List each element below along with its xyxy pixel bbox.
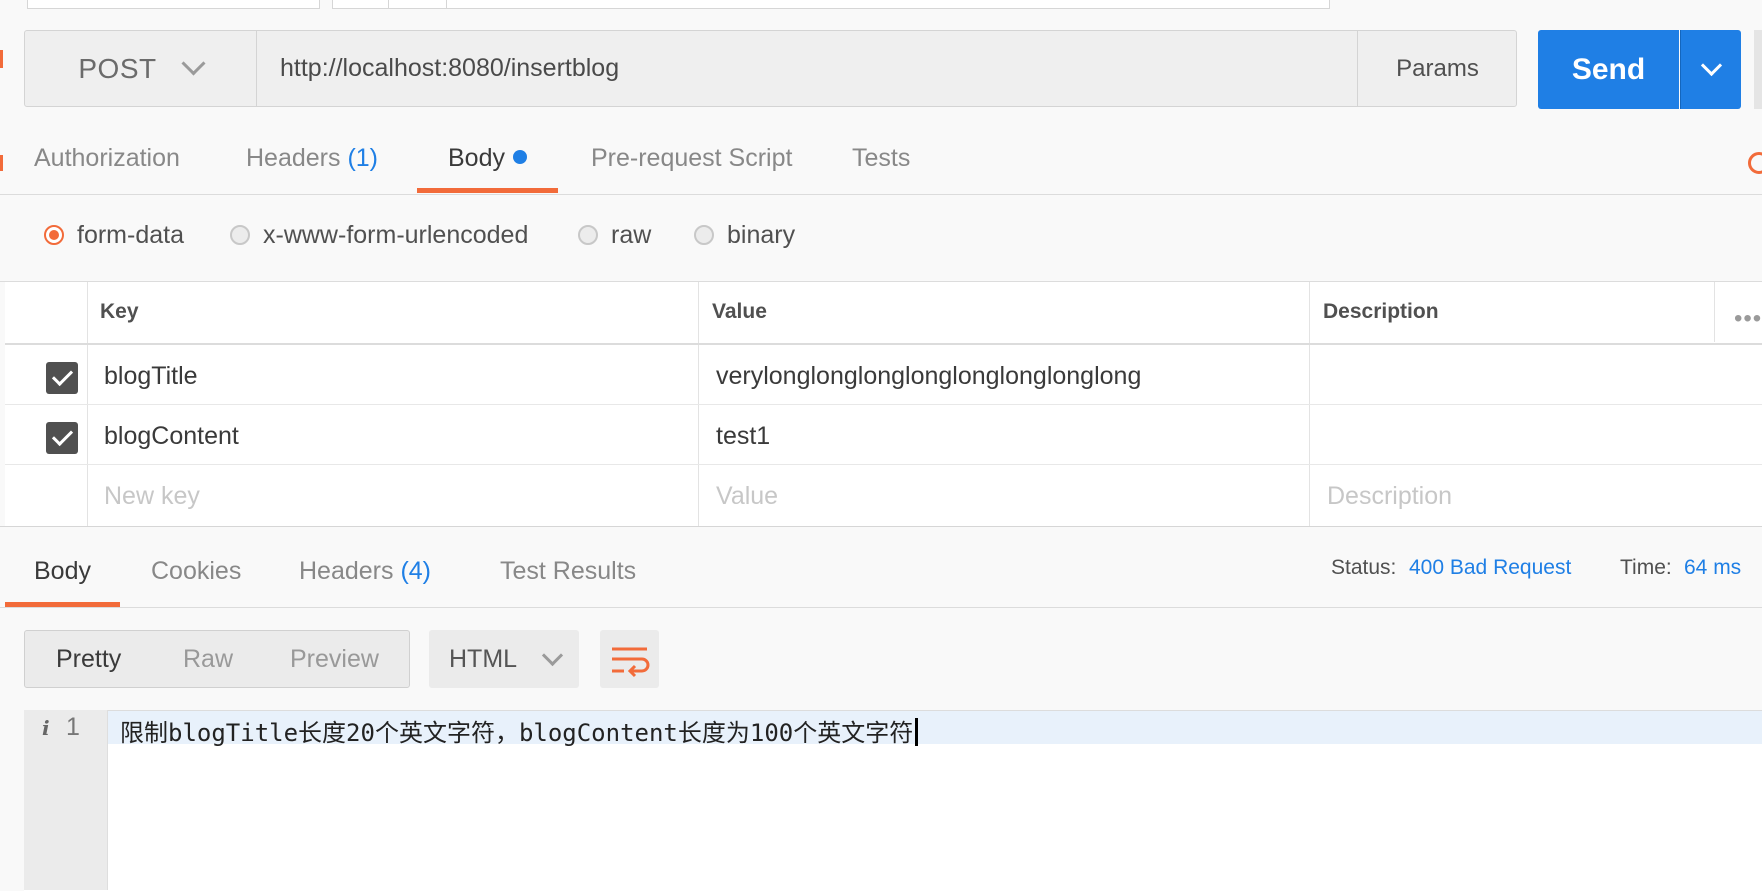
response-text: 限制blogTitle长度20个英文字符，blogContent长度为100个英… (120, 719, 914, 747)
status-value[interactable]: 400 Bad Request (1409, 556, 1571, 580)
tab-body[interactable]: Body (448, 140, 527, 180)
row-enabled-checkbox[interactable] (46, 362, 78, 394)
tab-label: Headers (299, 557, 394, 585)
left-accent-mark (0, 50, 3, 68)
wrap-lines-icon (612, 647, 650, 678)
tab-count: (1) (347, 144, 379, 172)
chevron-down-icon (1700, 54, 1722, 77)
row-enabled-checkbox[interactable] (46, 422, 78, 454)
line-number: 1 (66, 713, 80, 741)
request-tab-edge[interactable] (27, 0, 320, 9)
time-label: Time: (1620, 556, 1672, 579)
value-cell[interactable]: verylonglonglonglonglonglonglonglong (716, 362, 1141, 391)
view-mode-preview[interactable]: Preview (290, 630, 379, 688)
radio-unchecked-icon (578, 225, 598, 245)
view-mode-raw[interactable]: Raw (183, 630, 233, 688)
tab-authorization[interactable]: Authorization (34, 140, 180, 180)
radio-binary[interactable]: binary (694, 218, 795, 252)
column-header-value: Value (712, 300, 767, 323)
radio-form-data[interactable]: form-data (44, 218, 184, 252)
divider (0, 526, 1762, 527)
method-select[interactable]: POST (24, 30, 257, 107)
radio-x-www-form-urlencoded[interactable]: x-www-form-urlencoded (230, 218, 528, 252)
format-label: HTML (449, 644, 518, 673)
tab-label: Test Results (500, 557, 637, 585)
request-tab-edge[interactable] (388, 0, 447, 9)
new-key-input[interactable]: New key (104, 482, 200, 511)
url-input[interactable]: http://localhost:8080/insertblog (280, 48, 1330, 88)
code-link-icon[interactable] (1748, 152, 1762, 174)
time-value[interactable]: 64 ms (1684, 556, 1741, 580)
radio-label: x-www-form-urlencoded (263, 220, 529, 249)
radio-unchecked-icon (230, 225, 250, 245)
tab-count: (4) (400, 557, 432, 585)
table-header-divider (5, 343, 1762, 345)
column-divider (1714, 282, 1715, 342)
new-description-input[interactable]: Description (1327, 482, 1452, 511)
request-tab-edge[interactable] (332, 0, 389, 9)
request-tab-edge[interactable] (446, 0, 1330, 9)
tab-label: Body (448, 144, 505, 172)
save-button-edge[interactable] (1754, 30, 1762, 109)
tab-tests[interactable]: Tests (852, 140, 910, 180)
text-caret (915, 718, 919, 746)
method-label: POST (78, 52, 157, 84)
tab-label: Tests (852, 144, 911, 172)
column-header-description: Description (1323, 300, 1439, 323)
send-button[interactable]: Send (1538, 30, 1679, 109)
row-divider (5, 464, 1762, 465)
key-cell[interactable]: blogTitle (104, 362, 198, 391)
divider (0, 607, 1762, 608)
response-body-line[interactable]: 限制blogTitle长度20个英文字符，blogContent长度为100个英… (120, 713, 919, 748)
description-cell[interactable] (1327, 422, 1727, 452)
modified-dot-icon (512, 150, 527, 164)
info-icon: i (42, 716, 50, 740)
response-tab-cookies[interactable]: Cookies (151, 557, 241, 586)
checkmark-icon (51, 424, 73, 447)
view-mode-pretty[interactable]: Pretty (56, 630, 121, 688)
tab-label: Headers (246, 144, 341, 172)
active-tab-indicator (417, 188, 558, 193)
chevron-down-icon (541, 644, 564, 666)
tab-pre-request-script[interactable]: Pre-request Script (591, 140, 792, 180)
radio-checked-icon (44, 225, 64, 245)
tab-label: Body (34, 557, 91, 585)
format-select[interactable]: HTML (429, 630, 579, 688)
tab-label: Authorization (34, 144, 180, 172)
send-options-button[interactable] (1680, 30, 1741, 109)
response-tab-test-results[interactable]: Test Results (500, 557, 636, 586)
chevron-down-icon (181, 51, 206, 76)
value-cell[interactable]: test1 (716, 422, 770, 451)
status-label: Status: (1331, 556, 1397, 579)
column-header-key: Key (100, 300, 139, 323)
new-value-input[interactable]: Value (716, 482, 778, 511)
params-button[interactable]: Params (1357, 30, 1517, 107)
response-tab-body[interactable]: Body (34, 557, 91, 586)
divider (0, 194, 1762, 195)
row-divider (5, 404, 1762, 405)
tab-headers[interactable]: Headers (1) (246, 140, 378, 180)
key-cell[interactable]: blogContent (104, 422, 239, 451)
description-cell[interactable] (1327, 362, 1727, 392)
radio-raw[interactable]: raw (578, 218, 651, 252)
tab-label: Cookies (151, 557, 242, 585)
left-accent-mark (0, 155, 3, 171)
radio-label: form-data (77, 220, 184, 249)
checkmark-icon (51, 364, 73, 387)
radio-label: raw (611, 220, 652, 249)
response-tab-headers[interactable]: Headers (4) (299, 557, 431, 586)
tab-label: Pre-request Script (591, 144, 793, 172)
radio-label: binary (727, 220, 796, 249)
radio-unchecked-icon (694, 225, 714, 245)
wrap-lines-button[interactable] (600, 630, 659, 688)
more-options-icon[interactable]: ••• (1734, 305, 1762, 333)
